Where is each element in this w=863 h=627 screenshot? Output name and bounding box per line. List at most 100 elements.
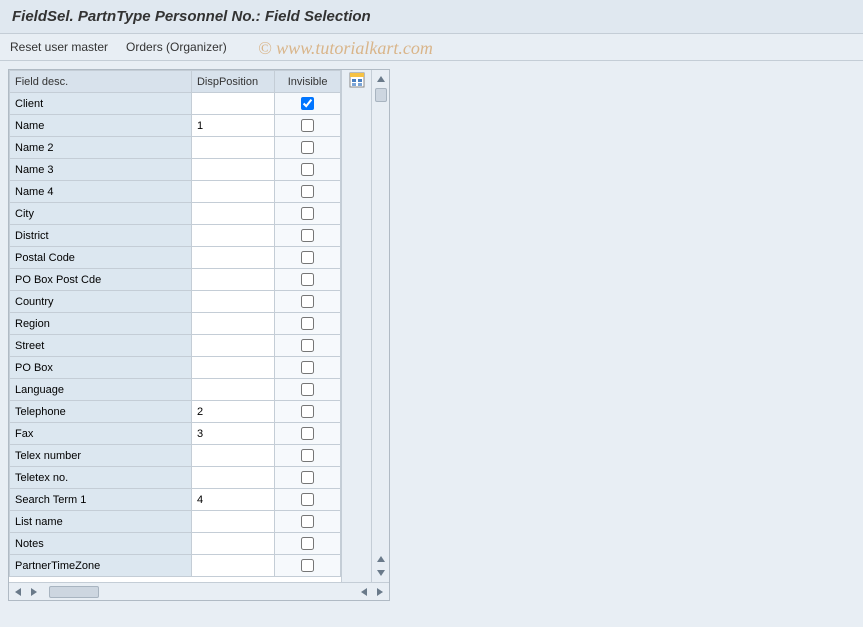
disp-position-cell[interactable]: [191, 357, 274, 379]
invisible-cell: [275, 423, 341, 445]
invisible-cell: [275, 203, 341, 225]
scroll-left-icon[interactable]: [11, 585, 25, 599]
field-desc-cell: PO Box: [10, 357, 192, 379]
invisible-cell: [275, 533, 341, 555]
field-desc-cell: Postal Code: [10, 247, 192, 269]
scroll-right-icon[interactable]: [373, 585, 387, 599]
invisible-cell: [275, 357, 341, 379]
field-desc-cell: Telex number: [10, 445, 192, 467]
field-desc-cell: List name: [10, 511, 192, 533]
disp-position-cell[interactable]: [191, 159, 274, 181]
invisible-checkbox[interactable]: [301, 185, 314, 198]
disp-position-cell[interactable]: [191, 445, 274, 467]
page-title: FieldSel. PartnType Personnel No.: Field…: [0, 0, 863, 34]
invisible-cell: [275, 489, 341, 511]
field-desc-cell: Name: [10, 115, 192, 137]
invisible-checkbox[interactable]: [301, 251, 314, 264]
disp-position-cell[interactable]: [191, 225, 274, 247]
disp-position-cell[interactable]: [191, 511, 274, 533]
scroll-right-step-icon[interactable]: [27, 585, 41, 599]
disp-position-cell[interactable]: [191, 181, 274, 203]
invisible-checkbox[interactable]: [301, 229, 314, 242]
disp-position-cell[interactable]: [191, 533, 274, 555]
invisible-checkbox[interactable]: [301, 471, 314, 484]
invisible-checkbox[interactable]: [301, 339, 314, 352]
invisible-checkbox[interactable]: [301, 163, 314, 176]
disp-position-cell[interactable]: 4: [191, 489, 274, 511]
table-row: Telex number: [10, 445, 341, 467]
invisible-cell: [275, 159, 341, 181]
scroll-up-icon[interactable]: [374, 72, 388, 86]
disp-position-cell[interactable]: [191, 137, 274, 159]
horizontal-scrollbar[interactable]: [9, 582, 389, 600]
disp-position-cell[interactable]: [191, 247, 274, 269]
disp-position-cell[interactable]: [191, 313, 274, 335]
invisible-checkbox[interactable]: [301, 97, 314, 110]
col-header-field-desc[interactable]: Field desc.: [10, 71, 192, 93]
scroll-down-icon[interactable]: [374, 566, 388, 580]
invisible-cell: [275, 445, 341, 467]
invisible-checkbox[interactable]: [301, 515, 314, 528]
disp-position-cell[interactable]: [191, 93, 274, 115]
orders-organizer-button[interactable]: Orders (Organizer): [126, 40, 227, 54]
table-row: PO Box Post Cde: [10, 269, 341, 291]
reset-user-master-button[interactable]: Reset user master: [10, 40, 108, 54]
table-row: List name: [10, 511, 341, 533]
scroll-up-step-icon[interactable]: [374, 552, 388, 566]
invisible-checkbox[interactable]: [301, 273, 314, 286]
hscroll-thumb[interactable]: [49, 586, 99, 598]
invisible-checkbox[interactable]: [301, 361, 314, 374]
table-row: Name 3: [10, 159, 341, 181]
disp-position-cell[interactable]: [191, 335, 274, 357]
invisible-checkbox[interactable]: [301, 119, 314, 132]
table-row: Name 2: [10, 137, 341, 159]
invisible-checkbox[interactable]: [301, 493, 314, 506]
table-row: Language: [10, 379, 341, 401]
invisible-checkbox[interactable]: [301, 207, 314, 220]
field-desc-cell: Fax: [10, 423, 192, 445]
invisible-checkbox[interactable]: [301, 449, 314, 462]
field-desc-cell: Teletex no.: [10, 467, 192, 489]
table-row: Telephone2: [10, 401, 341, 423]
col-header-disp-position[interactable]: DispPosition: [191, 71, 274, 93]
disp-position-cell[interactable]: [191, 467, 274, 489]
invisible-checkbox[interactable]: [301, 405, 314, 418]
disp-position-cell[interactable]: [191, 203, 274, 225]
table-row: PO Box: [10, 357, 341, 379]
field-desc-cell: Country: [10, 291, 192, 313]
disp-position-cell[interactable]: 1: [191, 115, 274, 137]
invisible-cell: [275, 137, 341, 159]
table-row: Client: [10, 93, 341, 115]
invisible-checkbox[interactable]: [301, 317, 314, 330]
invisible-checkbox[interactable]: [301, 295, 314, 308]
field-desc-cell: District: [10, 225, 192, 247]
invisible-checkbox[interactable]: [301, 383, 314, 396]
scroll-left-step-icon[interactable]: [357, 585, 371, 599]
scroll-thumb[interactable]: [375, 88, 387, 102]
field-desc-cell: Client: [10, 93, 192, 115]
invisible-checkbox[interactable]: [301, 559, 314, 572]
col-header-invisible[interactable]: Invisible: [275, 71, 341, 93]
invisible-cell: [275, 247, 341, 269]
invisible-checkbox[interactable]: [301, 141, 314, 154]
field-desc-cell: Region: [10, 313, 192, 335]
field-desc-cell: Name 4: [10, 181, 192, 203]
invisible-cell: [275, 225, 341, 247]
table-config-column: [341, 70, 371, 582]
table-row: Street: [10, 335, 341, 357]
field-desc-cell: City: [10, 203, 192, 225]
table-row: Notes: [10, 533, 341, 555]
invisible-checkbox[interactable]: [301, 427, 314, 440]
field-selection-table: Field desc. DispPosition Invisible Clien…: [9, 70, 341, 577]
disp-position-cell[interactable]: 3: [191, 423, 274, 445]
table-row: District: [10, 225, 341, 247]
table-settings-icon[interactable]: [349, 72, 365, 88]
disp-position-cell[interactable]: [191, 379, 274, 401]
disp-position-cell[interactable]: [191, 291, 274, 313]
table-row: Fax3: [10, 423, 341, 445]
disp-position-cell[interactable]: [191, 269, 274, 291]
disp-position-cell[interactable]: [191, 555, 274, 577]
disp-position-cell[interactable]: 2: [191, 401, 274, 423]
invisible-checkbox[interactable]: [301, 537, 314, 550]
vertical-scrollbar[interactable]: [371, 70, 389, 582]
